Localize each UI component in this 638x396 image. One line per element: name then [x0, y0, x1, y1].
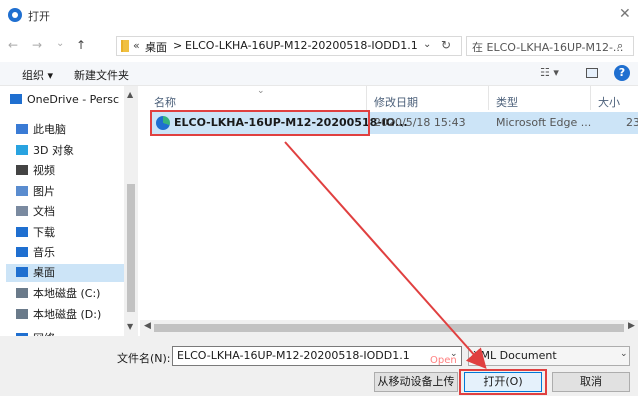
file-size: 23	[626, 116, 638, 129]
sidebar-scrollbar[interactable]: ▲ ▼	[124, 86, 138, 336]
toolbar: 组织 ▾ 新建文件夹 ☷ ▾ ?	[0, 62, 638, 86]
horizontal-scrollbar[interactable]: ◀ ▶	[140, 320, 638, 336]
forward-arrow-icon[interactable]: →	[32, 38, 42, 52]
sidebar-item[interactable]: 桌面	[6, 264, 124, 282]
sidebar-item-label: 本地磁盘 (D:)	[33, 308, 102, 321]
sidebar-item[interactable]: 音乐	[16, 244, 55, 262]
breadcrumb-separator[interactable]: >	[173, 39, 182, 52]
sort-indicator-icon: ⌄	[257, 86, 265, 96]
scrollbar-thumb[interactable]	[127, 184, 135, 312]
address-overflow[interactable]: «	[133, 39, 140, 52]
sidebar-item[interactable]: 下载	[16, 224, 55, 242]
search-icon[interactable]: ⌕	[617, 39, 623, 53]
preview-pane-icon[interactable]	[586, 68, 598, 78]
computer-icon	[16, 124, 28, 134]
breadcrumb-desktop[interactable]: 桌面	[145, 39, 167, 55]
highlight-box-file	[150, 110, 370, 136]
column-header-modified[interactable]: 修改日期	[374, 94, 418, 110]
column-divider[interactable]	[366, 86, 367, 110]
title-bar	[0, 0, 638, 30]
sidebar-item[interactable]: 本地磁盘 (D:)	[16, 306, 101, 324]
open-ghost-label: Open	[430, 355, 457, 366]
filename-label: 文件名(N):	[117, 352, 171, 365]
back-arrow-icon[interactable]: ←	[8, 38, 18, 52]
file-modified: 2020/5/18 15:43	[374, 116, 466, 129]
organize-button[interactable]: 组织 ▾	[22, 67, 53, 83]
music-icon	[16, 247, 28, 257]
sidebar-item-label: 此电脑	[33, 123, 66, 136]
column-header-name[interactable]: 名称	[154, 94, 176, 110]
sidebar-item[interactable]: 此电脑	[16, 121, 66, 139]
sidebar-item-label: 桌面	[33, 266, 55, 279]
sidebar-item[interactable]: 图片	[16, 183, 55, 201]
sidebar-item-label: 视频	[33, 164, 55, 177]
close-icon[interactable]: ✕	[619, 6, 631, 22]
refresh-icon[interactable]: ↻	[441, 38, 451, 52]
column-header-type[interactable]: 类型	[496, 94, 518, 110]
upload-from-mobile-button[interactable]: 从移动设备上传	[374, 372, 458, 392]
column-divider[interactable]	[590, 86, 591, 110]
drive-icon	[16, 288, 28, 298]
scrollbar-thumb[interactable]	[154, 324, 624, 332]
sidebar-item-label: OneDrive - Persc	[27, 93, 119, 106]
new-folder-button[interactable]: 新建文件夹	[74, 67, 129, 83]
search-input[interactable]: 在 ELCO-LKHA-16UP-M12-... ⌕	[466, 36, 634, 56]
download-icon	[16, 227, 28, 237]
sidebar-item-label: 3D 对象	[33, 144, 74, 157]
scroll-left-icon[interactable]: ◀	[144, 321, 151, 331]
breadcrumb-folder[interactable]: ELCO-LKHA-16UP-M12-20200518-IODD1.1	[185, 39, 418, 52]
sidebar-item[interactable]: 文档	[16, 203, 55, 221]
cancel-button[interactable]: 取消	[552, 372, 630, 392]
up-arrow-icon[interactable]: ↑	[76, 38, 86, 52]
sidebar-item-label: 图片	[33, 185, 55, 198]
video-icon	[16, 165, 28, 175]
chevron-down-icon[interactable]: ⌄	[620, 349, 628, 359]
sidebar-item-label: 下载	[33, 226, 55, 239]
help-icon[interactable]: ?	[614, 65, 630, 81]
scroll-down-icon[interactable]: ▼	[127, 322, 133, 331]
filetype-select[interactable]: XML Document	[468, 346, 630, 366]
window-title: 打开	[28, 10, 50, 23]
column-header-size[interactable]: 大小	[598, 94, 620, 110]
address-bar[interactable]: « 桌面 > ELCO-LKHA-16UP-M12-20200518-IODD1…	[116, 36, 462, 56]
column-divider[interactable]	[488, 86, 489, 110]
desktop-icon	[16, 267, 28, 277]
sidebar-item[interactable]: 视频	[16, 162, 55, 180]
filename-input[interactable]: ELCO-LKHA-16UP-M12-20200518-IODD1.1	[172, 346, 462, 366]
sidebar-item-label: 本地磁盘 (C:)	[33, 287, 101, 300]
document-icon	[16, 206, 28, 216]
cube-icon	[16, 145, 28, 155]
highlight-box-open	[459, 369, 547, 395]
sidebar-item[interactable]: 3D 对象	[16, 142, 74, 160]
chevron-down-icon[interactable]: ⌄	[423, 39, 431, 50]
view-options-button[interactable]: ☷ ▾	[540, 66, 559, 79]
sidebar-item-label: 文档	[33, 205, 55, 218]
file-type: Microsoft Edge ...	[496, 116, 592, 129]
drive-icon	[16, 309, 28, 319]
scroll-right-icon[interactable]: ▶	[628, 321, 635, 331]
folder-icon	[121, 40, 129, 52]
recent-locations-icon[interactable]: ⌄	[56, 38, 64, 49]
picture-icon	[16, 186, 28, 196]
scroll-up-icon[interactable]: ▲	[127, 90, 133, 99]
sidebar-item-label: 音乐	[33, 246, 55, 259]
edge-app-icon	[8, 8, 22, 22]
sidebar-item[interactable]: 本地磁盘 (C:)	[16, 285, 100, 303]
sidebar-item[interactable]: OneDrive - Persc	[10, 93, 119, 111]
cloud-icon	[10, 94, 22, 104]
search-placeholder: 在 ELCO-LKHA-16UP-M12-...	[472, 41, 624, 54]
